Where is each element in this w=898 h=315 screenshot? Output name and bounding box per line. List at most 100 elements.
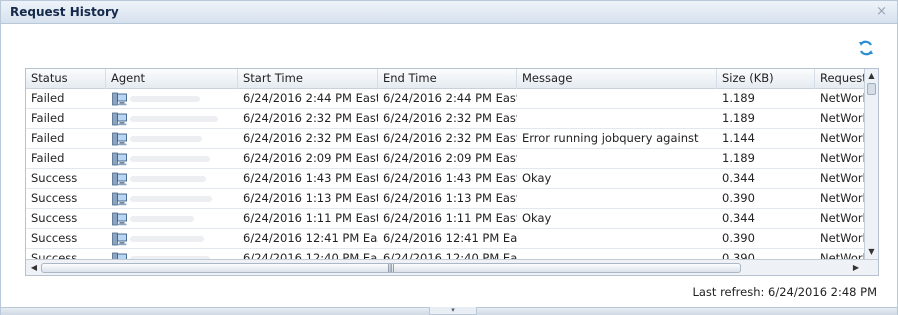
status-cell: Success xyxy=(31,191,78,205)
grid-body: Failed 6/24/2016 2:44 PM Eastern Daylight… xyxy=(26,89,864,259)
column-header-request-type[interactable]: Request Type xyxy=(815,69,864,89)
table-row[interactable]: Success 6/24/2016 12:41 PM Eastern Daylig… xyxy=(26,229,864,249)
horizontal-scroll-thumb[interactable]: |||| xyxy=(41,263,741,273)
redacted-agent-name xyxy=(130,116,218,122)
refresh-icon[interactable] xyxy=(857,39,875,57)
redacted-agent-name xyxy=(130,96,200,102)
request-type-cell: NetWorker xyxy=(820,111,864,125)
agent-cell xyxy=(106,109,238,129)
end-time-cell: 6/24/2016 12:41 PM Eastern Daylight Time xyxy=(383,231,517,245)
end-time-cell: 6/24/2016 1:13 PM Eastern Daylight Time xyxy=(383,191,517,205)
table-row[interactable]: Success 6/24/2016 1:11 PM Eastern Dayligh… xyxy=(26,209,864,229)
column-header-end-time[interactable]: End Time xyxy=(378,69,517,89)
table-row[interactable]: Failed 6/24/2016 2:32 PM Eastern Daylight… xyxy=(26,109,864,129)
vertical-scrollbar[interactable]: ▲ ▼ xyxy=(864,69,878,259)
start-time-cell: 6/24/2016 12:40 PM Eastern Daylight Time xyxy=(243,251,378,259)
status-cell: Failed xyxy=(31,151,65,165)
size-cell: 1.189 xyxy=(722,91,755,105)
message-cell: Okay xyxy=(522,211,552,225)
scroll-grip-icon: |||| xyxy=(387,263,395,272)
scroll-left-icon[interactable]: ◀ xyxy=(28,262,40,274)
scroll-right-icon[interactable]: ▶ xyxy=(850,262,862,274)
agent-cell xyxy=(106,129,238,149)
size-cell: 1.144 xyxy=(722,131,755,145)
redacted-agent-name xyxy=(130,176,206,182)
request-type-cell: NetWorker xyxy=(820,231,864,245)
computer-icon xyxy=(112,252,127,259)
start-time-cell: 6/24/2016 1:43 PM Eastern Daylight Time xyxy=(243,171,378,185)
title-bar[interactable]: Request History × xyxy=(1,1,897,24)
size-cell: 0.390 xyxy=(722,231,755,245)
redacted-agent-name xyxy=(130,156,210,162)
end-time-cell: 6/24/2016 2:44 PM Eastern Daylight Time xyxy=(383,91,517,105)
message-cell xyxy=(517,89,717,109)
start-time-cell: 6/24/2016 12:41 PM Eastern Daylight Time xyxy=(243,231,378,245)
table-row[interactable]: Success 6/24/2016 1:13 PM Eastern Dayligh… xyxy=(26,189,864,209)
request-type-cell: NetWorker xyxy=(820,91,864,105)
computer-icon xyxy=(112,212,127,226)
grid-header: Status Agent Start Time End Time Message… xyxy=(26,69,864,89)
column-header-agent[interactable]: Agent xyxy=(106,69,238,89)
request-type-cell: NetWorker xyxy=(820,151,864,165)
request-history-window: Request History × Status Agent Start Tim… xyxy=(0,0,898,315)
status-cell: Success xyxy=(31,171,78,185)
close-icon[interactable]: × xyxy=(876,4,887,19)
table-row[interactable]: Failed 6/24/2016 2:09 PM Eastern Daylight… xyxy=(26,149,864,169)
agent-cell xyxy=(106,189,238,209)
message-cell xyxy=(517,229,717,249)
vertical-scroll-thumb[interactable] xyxy=(867,83,876,95)
computer-icon xyxy=(112,92,127,106)
request-type-cell: NetWorker xyxy=(820,211,864,225)
request-type-cell: NetWorker xyxy=(820,131,864,145)
message-cell xyxy=(517,109,717,129)
end-time-cell: 6/24/2016 1:11 PM Eastern Daylight Time xyxy=(383,211,517,225)
size-cell: 1.189 xyxy=(722,111,755,125)
start-time-cell: 6/24/2016 1:13 PM Eastern Daylight Time xyxy=(243,191,378,205)
table-row[interactable]: Failed 6/24/2016 2:32 PM Eastern Daylight… xyxy=(26,129,864,149)
computer-icon xyxy=(112,232,127,246)
status-cell: Failed xyxy=(31,111,65,125)
column-header-size[interactable]: Size (KB) xyxy=(717,69,815,89)
computer-icon xyxy=(112,152,127,166)
computer-icon xyxy=(112,132,127,146)
table-row[interactable]: Success 6/24/2016 1:43 PM Eastern Dayligh… xyxy=(26,169,864,189)
table-row[interactable]: Failed 6/24/2016 2:44 PM Eastern Daylight… xyxy=(26,89,864,109)
agent-cell xyxy=(106,89,238,109)
collapse-handle-icon[interactable]: ▾ xyxy=(429,307,477,315)
end-time-cell: 6/24/2016 1:43 PM Eastern Daylight Time xyxy=(383,171,517,185)
column-header-start-time[interactable]: Start Time xyxy=(238,69,378,89)
end-time-cell: 6/24/2016 2:32 PM Eastern Daylight Time xyxy=(383,131,517,145)
status-cell: Success xyxy=(31,231,78,245)
request-type-cell: NetWorker xyxy=(820,171,864,185)
agent-cell xyxy=(106,209,238,229)
horizontal-scrollbar[interactable]: ◀ |||| ▶ xyxy=(26,259,878,275)
computer-icon xyxy=(112,112,127,126)
redacted-agent-name xyxy=(130,196,212,202)
last-refresh-label: Last refresh: 6/24/2016 2:48 PM xyxy=(692,285,877,299)
message-cell xyxy=(517,189,717,209)
status-cell: Success xyxy=(31,251,78,259)
column-header-status[interactable]: Status xyxy=(26,69,106,89)
size-cell: 0.344 xyxy=(722,171,755,185)
scroll-down-icon[interactable]: ▼ xyxy=(865,246,878,258)
end-time-cell: 6/24/2016 12:40 PM Eastern Daylight Time xyxy=(383,251,517,259)
size-cell: 0.344 xyxy=(722,211,755,225)
redacted-agent-name xyxy=(130,136,202,142)
start-time-cell: 6/24/2016 2:09 PM Eastern Daylight Time xyxy=(243,151,378,165)
status-cell: Failed xyxy=(31,91,65,105)
status-cell: Success xyxy=(31,211,78,225)
column-header-message[interactable]: Message xyxy=(517,69,717,89)
message-cell xyxy=(517,249,717,259)
size-cell: 1.189 xyxy=(722,151,755,165)
agent-cell xyxy=(106,249,238,259)
message-cell: Error running jobquery against xyxy=(522,131,699,145)
agent-cell xyxy=(106,149,238,169)
scroll-up-icon[interactable]: ▲ xyxy=(865,70,878,82)
start-time-cell: 6/24/2016 2:32 PM Eastern Daylight Time xyxy=(243,111,378,125)
end-time-cell: 6/24/2016 2:09 PM Eastern Daylight Time xyxy=(383,151,517,165)
message-cell: Okay xyxy=(522,171,552,185)
request-type-cell: NetWorker xyxy=(820,191,864,205)
table-row[interactable]: Success 6/24/2016 12:40 PM Eastern Daylig… xyxy=(26,249,864,259)
start-time-cell: 6/24/2016 2:32 PM Eastern Daylight Time xyxy=(243,131,378,145)
window-title: Request History xyxy=(10,5,119,19)
